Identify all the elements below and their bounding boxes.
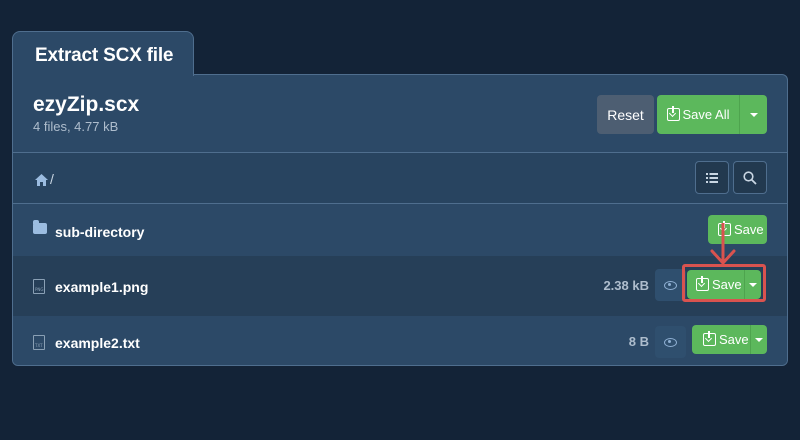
save-all-button[interactable]: Save All: [657, 95, 767, 134]
breadcrumb-path: /: [50, 171, 54, 187]
txt-file-icon: TXT: [33, 335, 45, 350]
reset-button[interactable]: Reset: [597, 95, 654, 134]
archive-summary: 4 files, 4.77 kB: [33, 119, 119, 134]
list-item: TXT example2.txt 8 B Save: [13, 316, 787, 365]
save-label: Save: [734, 222, 764, 237]
arrow-down-icon: [710, 223, 736, 265]
item-name[interactable]: example2.txt: [55, 335, 140, 351]
list-icon: [706, 172, 718, 183]
save-dropdown[interactable]: [750, 325, 767, 354]
page-title: Extract SCX file: [35, 45, 174, 66]
save-label: Save: [719, 332, 749, 347]
list-view-button[interactable]: [695, 161, 729, 194]
save-all-label: Save All: [682, 107, 730, 122]
search-icon: [743, 170, 757, 185]
item-size: 2.38 kB: [603, 278, 649, 293]
download-icon: [666, 106, 680, 121]
file-panel: ezyZip.scx 4 files, 4.77 kB Reset Save A…: [12, 74, 788, 366]
extract-app: ezyZip.scx 4 files, 4.77 kB Reset Save A…: [0, 0, 800, 440]
highlight-box: [682, 264, 766, 302]
png-file-icon: PNG: [33, 279, 45, 294]
item-name[interactable]: sub-directory: [55, 224, 144, 240]
download-icon: [703, 331, 716, 346]
folder-icon: [33, 220, 47, 234]
breadcrumb: /: [13, 153, 787, 204]
preview-button[interactable]: [655, 326, 686, 358]
caret-down-icon: [755, 337, 763, 342]
tab-extract: Extract SCX file: [12, 31, 194, 76]
item-name[interactable]: example1.png: [55, 279, 148, 295]
archive-header: ezyZip.scx 4 files, 4.77 kB Reset Save A…: [13, 75, 787, 153]
archive-name: ezyZip.scx: [33, 93, 140, 116]
caret-down-icon: [749, 112, 758, 117]
list-item: PNG example1.png 2.38 kB Save: [13, 256, 787, 316]
save-button[interactable]: Save: [692, 325, 767, 354]
search-button[interactable]: [733, 161, 767, 194]
eye-icon: [664, 337, 677, 347]
save-all-dropdown[interactable]: [740, 95, 767, 134]
home-icon[interactable]: [35, 174, 48, 186]
item-size: 8 B: [628, 334, 649, 349]
save-all-main[interactable]: Save All: [657, 95, 739, 134]
eye-icon: [664, 280, 677, 290]
list-item: sub-directory Save: [13, 204, 787, 260]
